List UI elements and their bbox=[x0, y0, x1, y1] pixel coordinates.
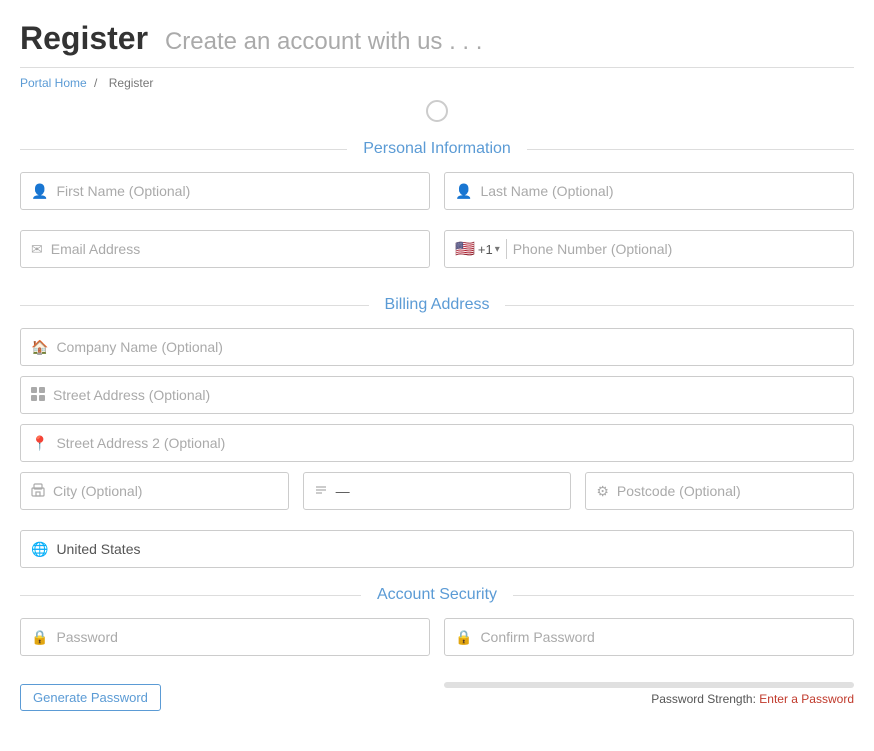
loading-circle-icon bbox=[426, 100, 448, 122]
state-group: — bbox=[303, 472, 572, 510]
email-icon: ✉ bbox=[31, 241, 43, 258]
page-header: Register Create an account with us . . . bbox=[20, 20, 854, 68]
billing-address-title: Billing Address bbox=[369, 296, 506, 314]
phone-input[interactable] bbox=[513, 241, 843, 257]
phone-group: 🇺🇸 +1 ▾ bbox=[444, 230, 854, 268]
phone-input-wrapper: 🇺🇸 +1 ▾ bbox=[444, 230, 854, 268]
password-strength-value: Enter a Password bbox=[759, 692, 854, 706]
email-input[interactable] bbox=[51, 241, 419, 257]
city-group bbox=[20, 472, 289, 510]
name-row: 👤 👤 bbox=[20, 172, 854, 220]
country-group: 🌐 United States bbox=[20, 530, 854, 568]
state-input-wrapper: — bbox=[303, 472, 572, 510]
street2-group: 📍 bbox=[20, 424, 854, 462]
breadcrumb-current: Register bbox=[109, 76, 154, 90]
generate-col: Generate Password bbox=[20, 676, 430, 711]
strength-col: Password Strength: Enter a Password bbox=[444, 676, 854, 711]
confirm-password-input[interactable] bbox=[480, 629, 843, 645]
last-name-group: 👤 bbox=[444, 172, 854, 210]
personal-info-title: Personal Information bbox=[347, 140, 527, 158]
email-phone-row: ✉ 🇺🇸 +1 ▾ bbox=[20, 230, 854, 278]
company-group: 🏠 bbox=[20, 328, 854, 366]
company-input-wrapper: 🏠 bbox=[20, 328, 854, 366]
billing-address-divider: Billing Address bbox=[20, 296, 854, 314]
state-icon bbox=[314, 483, 328, 500]
password-strength-text: Password Strength: Enter a Password bbox=[444, 692, 854, 706]
person-icon-2: 👤 bbox=[455, 183, 472, 200]
email-input-wrapper: ✉ bbox=[20, 230, 430, 268]
confirm-password-group: 🔒 bbox=[444, 618, 854, 656]
lock-icon: 🔒 bbox=[31, 629, 48, 646]
street2-input-wrapper: 📍 bbox=[20, 424, 854, 462]
loading-indicator bbox=[20, 100, 854, 122]
street1-input-wrapper bbox=[20, 376, 854, 414]
password-input[interactable] bbox=[56, 629, 419, 645]
first-name-input-wrapper: 👤 bbox=[20, 172, 430, 210]
email-group: ✉ bbox=[20, 230, 430, 268]
generate-password-button[interactable]: Generate Password bbox=[20, 684, 161, 711]
street1-input[interactable] bbox=[53, 387, 843, 403]
page-title-sub: Create an account with us . . . bbox=[165, 28, 483, 55]
postcode-group: ⚙ bbox=[585, 472, 854, 510]
password-strength-bar bbox=[444, 682, 854, 688]
country-input-wrapper: 🌐 United States bbox=[20, 530, 854, 568]
first-name-group: 👤 bbox=[20, 172, 430, 210]
phone-code: +1 bbox=[478, 242, 493, 257]
account-security-title: Account Security bbox=[361, 586, 513, 604]
phone-prefix-selector[interactable]: 🇺🇸 +1 ▾ bbox=[455, 239, 507, 259]
breadcrumb-separator: / bbox=[94, 76, 97, 90]
personal-info-divider: Personal Information bbox=[20, 140, 854, 158]
company-input[interactable] bbox=[56, 339, 843, 355]
city-icon bbox=[31, 483, 45, 500]
pin-icon: 📍 bbox=[31, 435, 48, 452]
postcode-input-wrapper: ⚙ bbox=[585, 472, 854, 510]
city-state-post-row: — ⚙ bbox=[20, 472, 854, 520]
lock-icon-2: 🔒 bbox=[455, 629, 472, 646]
postcode-input[interactable] bbox=[617, 483, 843, 499]
password-input-wrapper: 🔒 bbox=[20, 618, 430, 656]
grid-icon bbox=[31, 387, 45, 404]
password-group: 🔒 bbox=[20, 618, 430, 656]
country-value: United States bbox=[56, 541, 140, 557]
password-row: 🔒 🔒 bbox=[20, 618, 854, 666]
account-security-divider: Account Security bbox=[20, 586, 854, 604]
page-title-main: Register bbox=[20, 20, 148, 56]
street1-group bbox=[20, 376, 854, 414]
gear-icon: ⚙ bbox=[596, 483, 609, 500]
confirm-password-input-wrapper: 🔒 bbox=[444, 618, 854, 656]
city-input-wrapper bbox=[20, 472, 289, 510]
generate-strength-row: Generate Password Password Strength: Ent… bbox=[20, 676, 854, 711]
building-icon: 🏠 bbox=[31, 339, 48, 356]
last-name-input-wrapper: 👤 bbox=[444, 172, 854, 210]
breadcrumb: Portal Home / Register bbox=[20, 76, 854, 90]
city-input[interactable] bbox=[53, 483, 278, 499]
state-dash: — bbox=[336, 483, 350, 499]
breadcrumb-home[interactable]: Portal Home bbox=[20, 76, 87, 90]
person-icon: 👤 bbox=[31, 183, 48, 200]
first-name-input[interactable] bbox=[56, 183, 419, 199]
flag-icon: 🇺🇸 bbox=[455, 239, 475, 259]
password-strength-label: Password Strength: bbox=[651, 692, 756, 706]
last-name-input[interactable] bbox=[480, 183, 843, 199]
street2-input[interactable] bbox=[56, 435, 843, 451]
phone-dropdown-arrow: ▾ bbox=[495, 244, 500, 255]
globe-icon: 🌐 bbox=[31, 541, 48, 558]
